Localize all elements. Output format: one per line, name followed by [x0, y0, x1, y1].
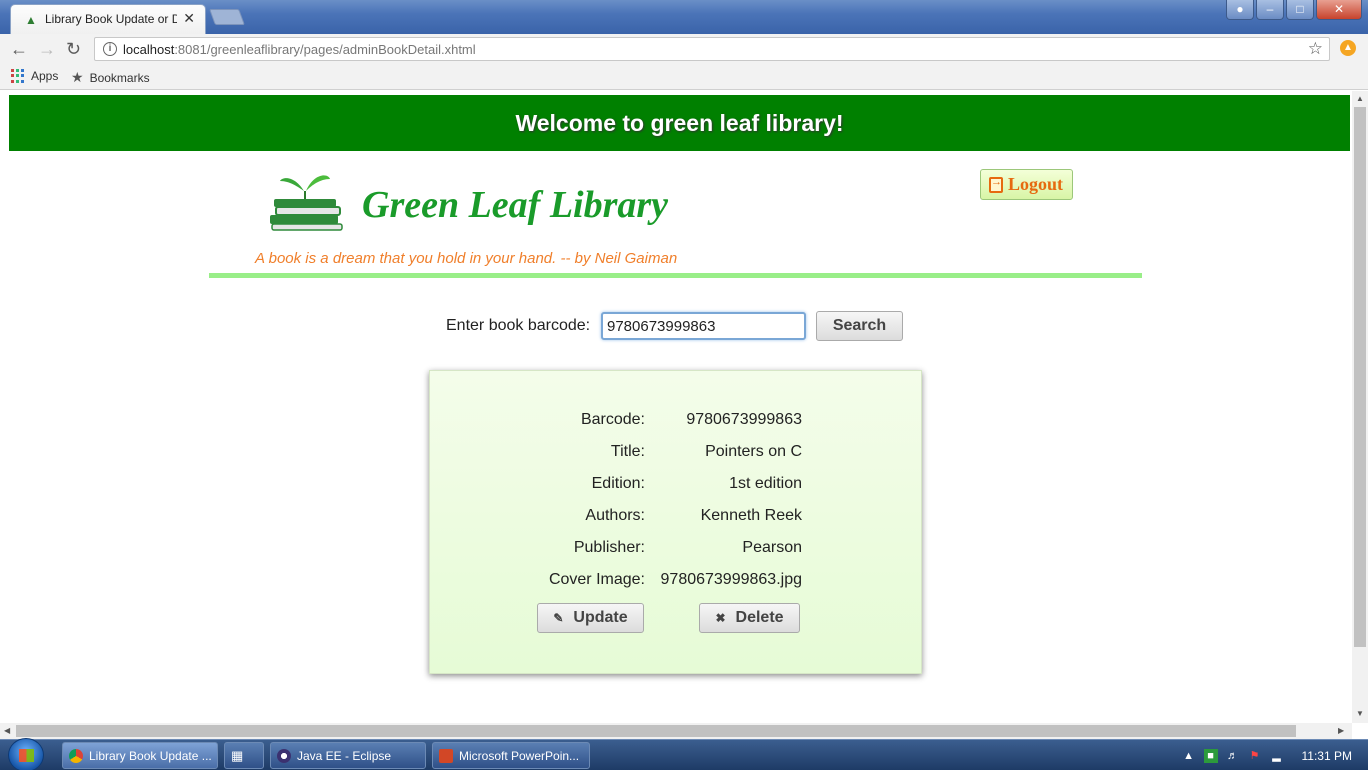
- vertical-scroll-thumb[interactable]: [1354, 107, 1366, 647]
- field-value-authors: Kenneth Reek: [700, 507, 802, 524]
- vertical-scrollbar[interactable]: ▲ ▼: [1352, 91, 1368, 723]
- books-logo-icon: [270, 175, 343, 231]
- delete-button[interactable]: ✖ Delete: [699, 603, 800, 633]
- clock[interactable]: 11:31 PM: [1302, 749, 1352, 763]
- network-icon[interactable]: ▂: [1270, 749, 1284, 763]
- minimize-button[interactable]: –: [1256, 0, 1284, 20]
- eclipse-icon: [277, 748, 291, 763]
- field-value-title: Pointers on C: [705, 443, 802, 460]
- field-label-publisher: Publisher:: [573, 539, 645, 556]
- forward-arrow-icon[interactable]: →: [38, 39, 56, 59]
- bookmark-bookmarks[interactable]: ★ Bookmarks: [71, 69, 150, 86]
- close-tab-icon[interactable]: ✕: [183, 10, 195, 27]
- browser-toolbar: ← → ↻ i localhost:8081/greenleaflibrary/…: [0, 34, 1368, 64]
- tab-title: Library Book Update or Delete: [45, 12, 177, 26]
- scroll-up-icon[interactable]: ▲: [1356, 94, 1364, 103]
- info-icon[interactable]: i: [103, 42, 117, 56]
- horizontal-scrollbar[interactable]: ◀ ▶: [0, 723, 1352, 739]
- library-brand-title: Green Leaf Library: [362, 184, 669, 226]
- field-value-edition: 1st edition: [729, 475, 802, 492]
- book-detail-panel: Barcode: 9780673999863 Title: Pointers o…: [429, 370, 922, 674]
- taskbar-item-chrome[interactable]: Library Book Update ...: [62, 742, 218, 769]
- bookmarks-bar: Apps ★ Bookmarks: [0, 64, 1368, 90]
- logout-icon: [989, 176, 1003, 193]
- apps-grid-icon: [11, 69, 25, 83]
- logout-button[interactable]: Logout: [980, 169, 1073, 200]
- window-controls: ● – □ ✕: [1226, 0, 1362, 20]
- bookmark-star-icon[interactable]: ☆: [1308, 39, 1323, 59]
- close-icon: ✖: [715, 611, 726, 625]
- welcome-banner: Welcome to green leaf library!: [9, 95, 1350, 151]
- close-window-button[interactable]: ✕: [1316, 0, 1362, 20]
- field-label-authors: Authors:: [585, 507, 645, 524]
- field-label-edition: Edition:: [591, 475, 645, 492]
- scroll-left-icon[interactable]: ◀: [4, 726, 10, 735]
- horizontal-scroll-thumb[interactable]: [16, 725, 1296, 737]
- book-favicon-icon: ▲: [25, 13, 37, 27]
- new-tab-button[interactable]: [209, 9, 245, 25]
- field-value-cover-image: 9780673999863.jpg: [660, 571, 802, 588]
- show-hidden-icons-icon[interactable]: ▲: [1182, 749, 1196, 763]
- system-tray: ▲ ■ ♬ ⚑ ▂ 11:31 PM: [1182, 740, 1360, 770]
- pencil-icon: ✎: [553, 611, 564, 625]
- update-button[interactable]: ✎ Update: [537, 603, 644, 633]
- header-divider: [209, 273, 1142, 278]
- windows-taskbar: Library Book Update ... ▦ Java EE - Ecli…: [0, 738, 1368, 770]
- delete-label: Delete: [735, 609, 784, 626]
- scroll-right-icon[interactable]: ▶: [1338, 726, 1344, 735]
- start-button[interactable]: [8, 738, 44, 770]
- reload-icon[interactable]: ↻: [66, 39, 81, 59]
- field-value-publisher: Pearson: [742, 539, 802, 556]
- app-tray-icon[interactable]: ■: [1203, 748, 1218, 763]
- library-quote: A book is a dream that you hold in your …: [255, 250, 678, 267]
- field-label-barcode: Barcode:: [580, 411, 645, 428]
- page-viewport: Welcome to green leaf library! Green Lea…: [0, 91, 1352, 723]
- field-label-title: Title:: [610, 443, 645, 460]
- scroll-down-icon[interactable]: ▼: [1356, 709, 1364, 718]
- taskbar-item-eclipse[interactable]: Java EE - Eclipse: [270, 742, 426, 769]
- powerpoint-icon: [439, 748, 453, 763]
- action-center-icon[interactable]: ⚑: [1248, 749, 1262, 763]
- browser-titlebar: ▲ Library Book Update or Delete ✕ ● – □ …: [0, 0, 1368, 34]
- barcode-search-label: Enter book barcode:: [446, 317, 591, 334]
- extension-icon[interactable]: ▲: [1340, 40, 1356, 56]
- volume-icon[interactable]: ♬: [1226, 749, 1240, 763]
- url-text: localhost:8081/greenleaflibrary/pages/ad…: [123, 42, 476, 57]
- barcode-search-input[interactable]: [601, 312, 806, 340]
- logout-label: Logout: [1008, 174, 1064, 194]
- maximize-button[interactable]: □: [1286, 0, 1314, 20]
- star-icon: ★: [71, 69, 84, 85]
- bookmark-apps[interactable]: Apps: [11, 69, 58, 83]
- search-button[interactable]: Search: [816, 311, 903, 341]
- calculator-icon: ▦: [231, 747, 244, 763]
- user-profile-button[interactable]: ●: [1226, 0, 1254, 20]
- taskbar-item-calculator[interactable]: ▦: [224, 742, 264, 769]
- field-value-barcode: 9780673999863: [686, 411, 802, 428]
- update-label: Update: [573, 609, 628, 626]
- taskbar-item-powerpoint[interactable]: Microsoft PowerPoin...: [432, 742, 590, 769]
- back-arrow-icon[interactable]: ←: [10, 39, 28, 59]
- field-label-cover-image: Cover Image:: [548, 571, 645, 588]
- address-bar[interactable]: i localhost:8081/greenleaflibrary/pages/…: [94, 37, 1330, 61]
- chrome-icon: [69, 748, 83, 763]
- browser-tab[interactable]: ▲ Library Book Update or Delete ✕: [10, 4, 206, 34]
